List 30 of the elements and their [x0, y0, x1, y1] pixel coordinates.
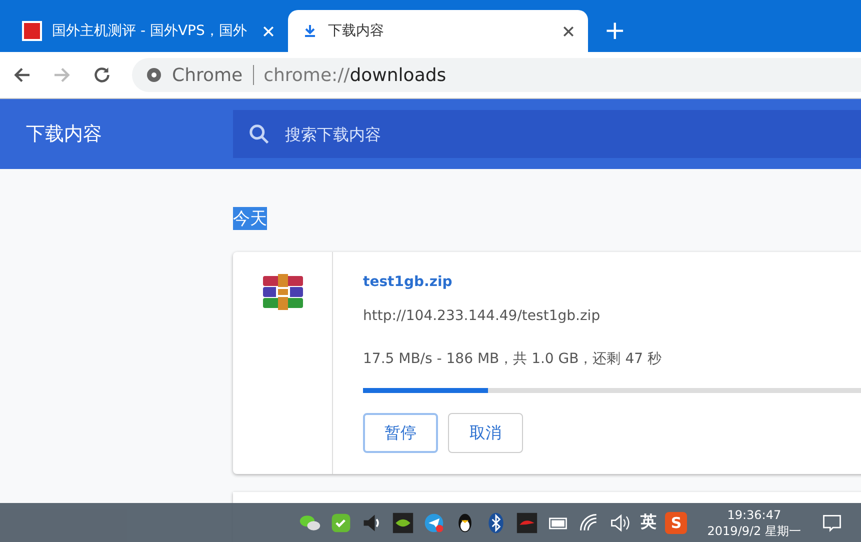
new-tab-button[interactable]: + [604, 16, 626, 46]
download-status: 17.5 MB/s - 186 MB，共 1.0 GB，还剩 47 秒 [363, 350, 662, 368]
browser-tab[interactable]: 下载内容 [288, 10, 588, 52]
url-text: chrome://downloads [264, 64, 446, 86]
site-favicon [22, 21, 42, 41]
input-method-indicator[interactable]: 英 [640, 512, 656, 533]
date-heading: 今天 [233, 207, 267, 230]
eye-logo-icon[interactable] [392, 512, 414, 534]
search-field[interactable]: 搜索下载内容 [283, 124, 587, 144]
volume-icon[interactable] [609, 512, 632, 534]
file-name-link[interactable]: test1gb.zip [363, 274, 861, 290]
check-shield-icon[interactable] [330, 512, 352, 534]
search-icon [249, 124, 269, 144]
swoosh-app-icon[interactable] [516, 512, 538, 534]
close-icon[interactable] [563, 26, 574, 36]
paper-plane-icon[interactable] [423, 512, 446, 534]
origin-label: Chrome [172, 64, 243, 86]
action-button[interactable]: 取消 [448, 413, 523, 453]
reload-icon[interactable] [92, 65, 112, 85]
page-title: 下载内容 [25, 122, 103, 147]
chrome-logo-icon [146, 67, 162, 83]
taskbar-clock[interactable]: 19:36:47 2019/9/2 星期一 [707, 506, 801, 538]
input-method-logo[interactable]: S [665, 512, 688, 534]
back-icon[interactable] [12, 65, 32, 85]
archive-file-icon [262, 274, 302, 310]
address-bar[interactable]: Chrome chrome://downloads [132, 58, 861, 92]
source-url: http://104.233.144.49/test1gb.zip [363, 308, 602, 324]
action-button[interactable]: 暂停 [363, 413, 438, 453]
download-icon [302, 23, 318, 39]
browser-tab[interactable]: 国外主机测评 - 国外VPS，国外 [8, 10, 288, 52]
